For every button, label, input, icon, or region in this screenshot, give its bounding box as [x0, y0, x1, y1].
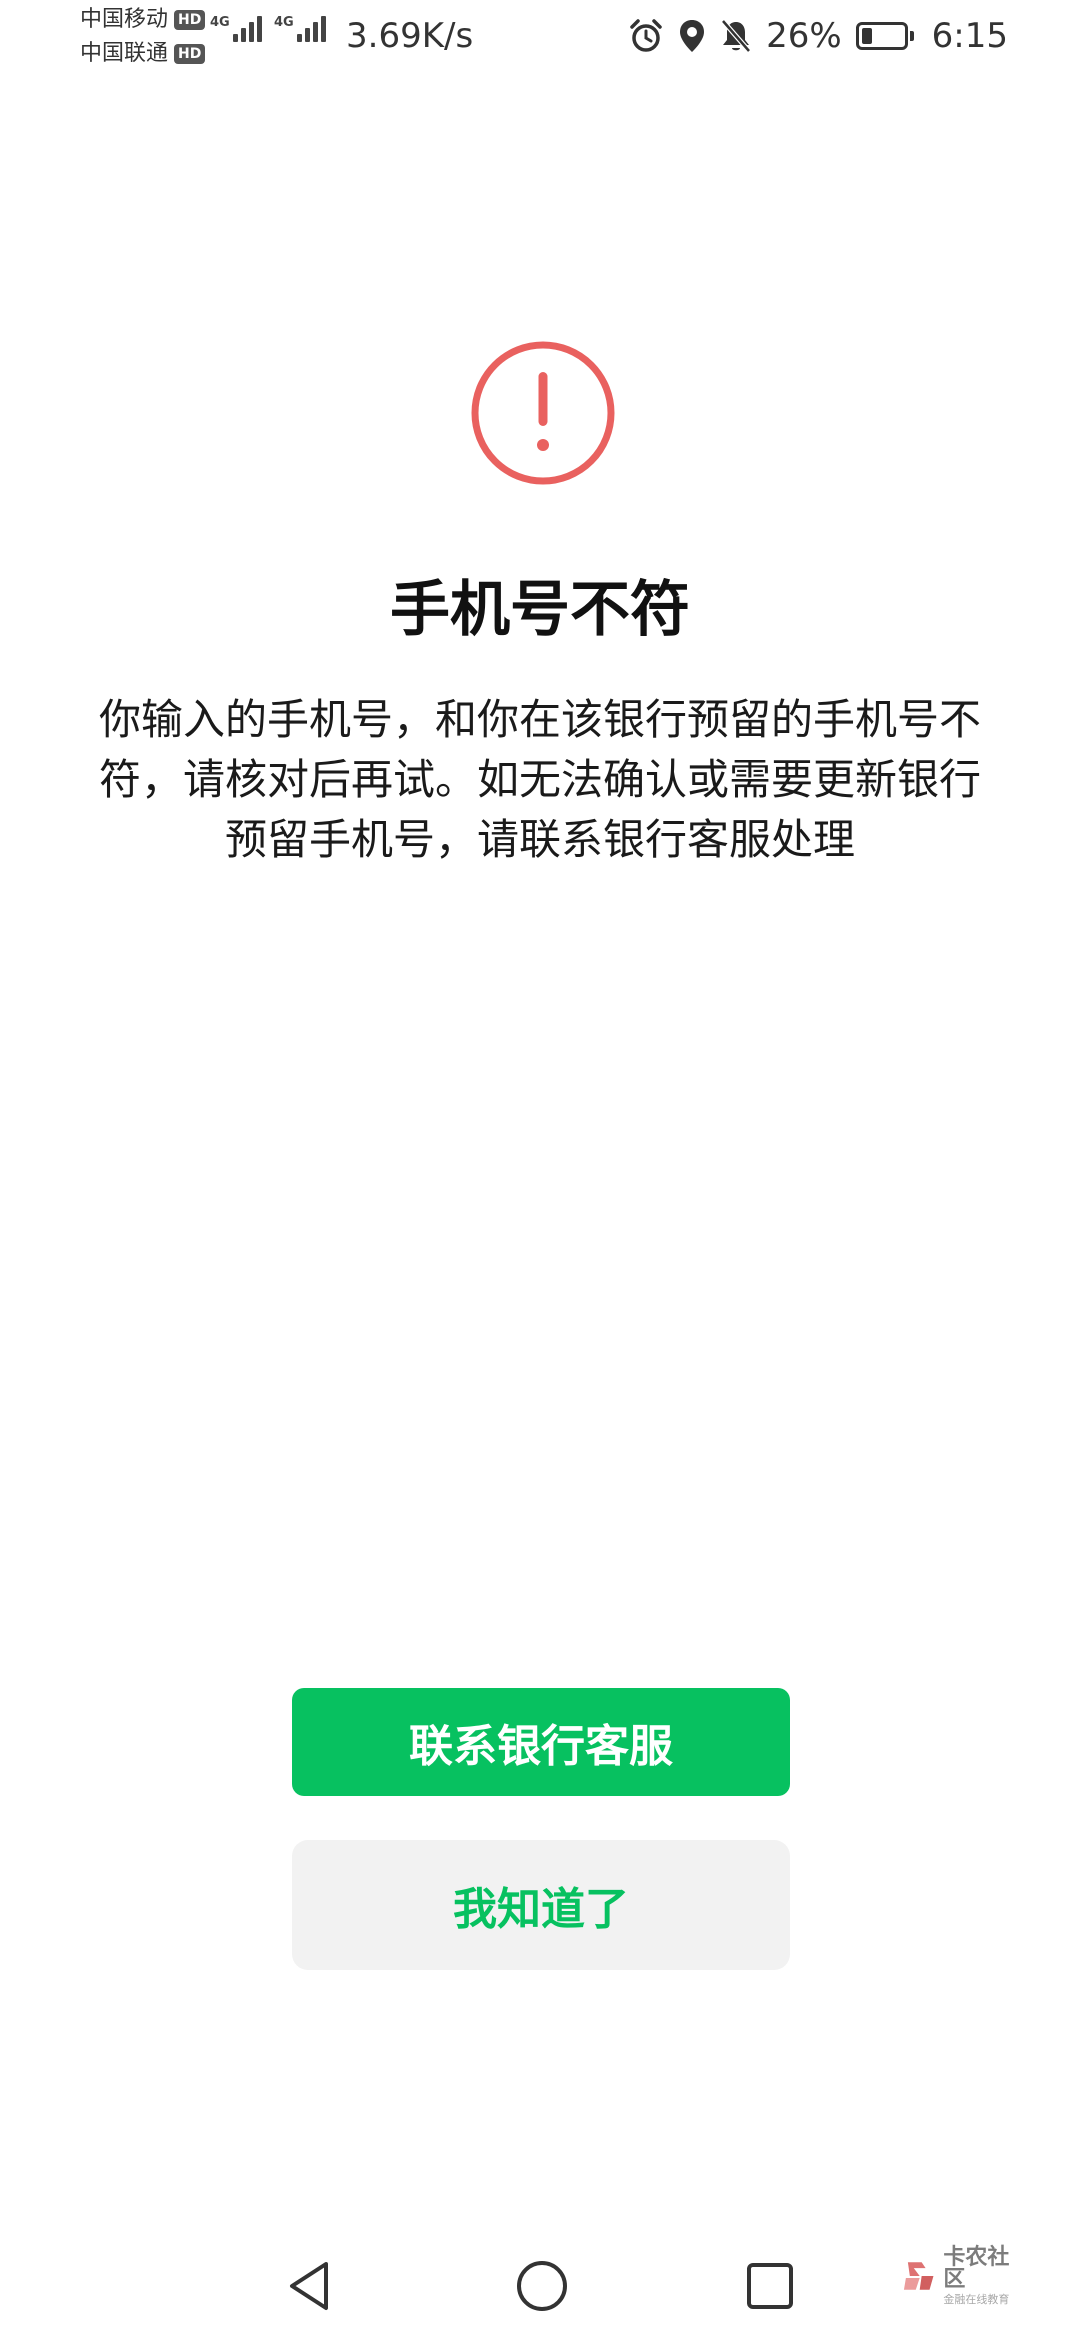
signal-bar — [240, 28, 246, 42]
recents-square-icon[interactable] — [742, 2258, 798, 2314]
bell-muted-icon — [720, 18, 752, 54]
battery-percent: 26% — [766, 16, 842, 56]
status-bar: 中国移动 HD 中国联通 HD 4G 4G 3.69K/s 26% 6:15 — [0, 0, 1080, 76]
alarm-icon — [628, 18, 664, 54]
signal-bar — [248, 22, 254, 42]
page-title: 手机号不符 — [390, 575, 690, 645]
watermark: 卡农社区 金融在线教育 — [900, 2246, 1030, 2306]
signal-bar — [296, 34, 302, 42]
carrier-name-2: 中国联通 — [80, 41, 169, 66]
location-icon — [678, 18, 706, 54]
got-it-label: 我知道了 — [453, 1884, 629, 1935]
message-line: 预留手机号，请联系银行客服处理 — [224, 815, 855, 864]
signal-network-label-2: 4G — [274, 15, 294, 30]
signal-network-label-1: 4G — [210, 15, 230, 30]
watermark-logo-icon — [903, 2262, 934, 2290]
got-it-button[interactable]: 我知道了 — [292, 1840, 790, 1970]
message-line: 你输入的手机号，和你在该银行预留的手机号不 — [98, 695, 981, 744]
hd-badge-2: HD — [174, 44, 206, 64]
carrier-row-2: 中国联通 HD — [80, 40, 206, 68]
watermark-subtitle: 金融在线教育 — [943, 2293, 1010, 2306]
contact-bank-service-label: 联系银行客服 — [409, 1721, 673, 1772]
back-triangle-icon[interactable] — [282, 2258, 338, 2314]
battery-fill — [861, 28, 872, 44]
battery-icon — [855, 22, 914, 50]
signal-bar — [232, 34, 238, 42]
status-right-group: 26% 6:15 — [628, 14, 1008, 58]
network-speed: 3.69K/s — [346, 16, 474, 56]
hd-badge-1: HD — [174, 10, 206, 30]
carrier-info: 中国移动 HD 中国联通 HD — [80, 6, 206, 68]
signal-bar — [256, 16, 262, 42]
home-circle-icon[interactable] — [514, 2258, 570, 2314]
alert-circle-icon — [471, 341, 615, 485]
signal-bar — [312, 22, 318, 42]
watermark-title: 卡农社区 — [943, 2245, 1010, 2292]
watermark-text: 卡农社区 金融在线教育 — [943, 2245, 1030, 2306]
signal-bar — [304, 28, 310, 42]
carrier-name-1: 中国移动 — [80, 7, 169, 32]
clock: 6:15 — [931, 16, 1008, 56]
signal-bar — [320, 16, 326, 42]
carrier-row-1: 中国移动 HD — [80, 6, 206, 34]
error-message: 你输入的手机号，和你在该银行预留的手机号不 符，请核对后再试。如无法确认或需要更… — [60, 690, 1020, 870]
signal-strength-2-icon: 4G — [274, 16, 326, 42]
signal-strength-1-icon: 4G — [210, 16, 262, 42]
contact-bank-service-button[interactable]: 联系银行客服 — [292, 1688, 790, 1796]
message-line: 符，请核对后再试。如无法确认或需要更新银行 — [98, 755, 981, 804]
